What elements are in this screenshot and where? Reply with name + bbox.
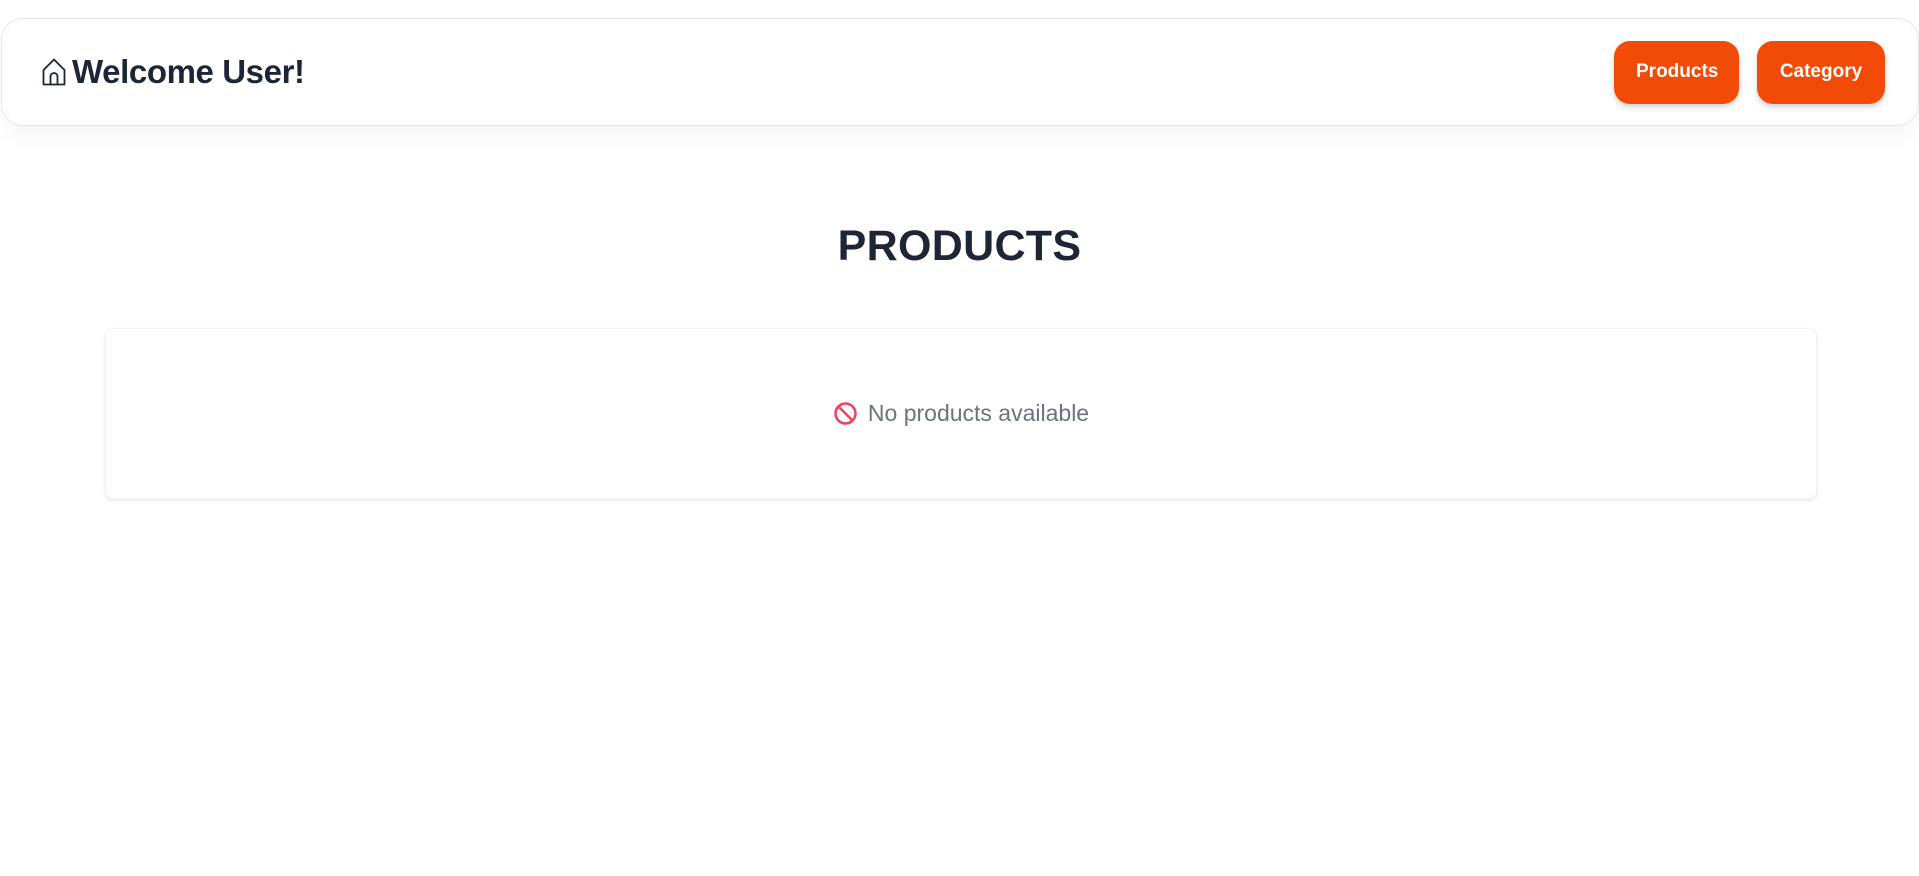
nav-buttons: Products Category bbox=[1614, 40, 1885, 104]
empty-state: No products available bbox=[833, 400, 1089, 427]
ban-icon bbox=[833, 401, 858, 426]
page-title: PRODUCTS bbox=[837, 222, 1082, 270]
products-panel: No products available bbox=[105, 328, 1817, 499]
products-button[interactable]: Products bbox=[1614, 40, 1739, 104]
brand: Welcome User! bbox=[40, 53, 305, 91]
welcome-heading: Welcome User! bbox=[72, 53, 305, 90]
navbar: Welcome User! Products Category bbox=[1, 18, 1919, 126]
empty-message: No products available bbox=[867, 400, 1090, 426]
home-icon bbox=[40, 56, 68, 88]
category-button[interactable]: Category bbox=[1757, 40, 1885, 104]
